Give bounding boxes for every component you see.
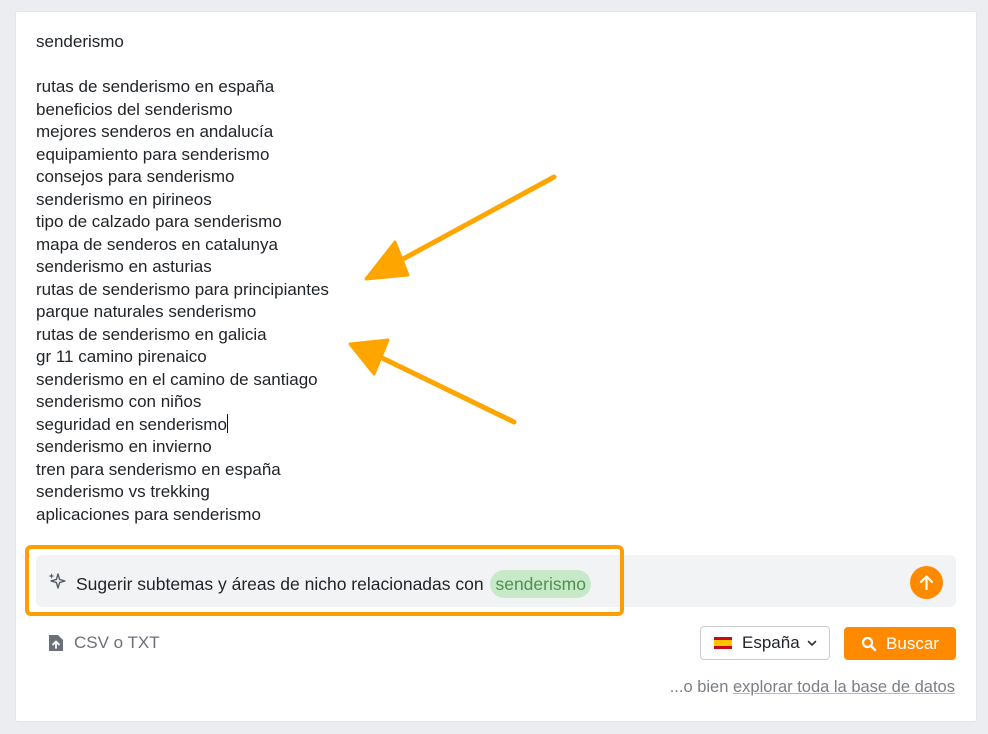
annotation-arrow-lower: [348, 338, 517, 425]
annotation-arrows: [348, 174, 557, 425]
annotation-arrow-upper: [364, 174, 557, 281]
